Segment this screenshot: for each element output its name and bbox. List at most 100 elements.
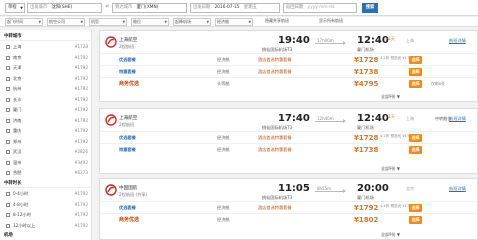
transfer-city-option[interactable]: 天津 ¥1792 [0,63,92,73]
swap-cities-icon[interactable]: ⇄ [103,3,111,13]
transfer-duration-option[interactable]: 8-12小时 ¥1792 [0,210,92,220]
filter-cabin[interactable]: 舱位 ▼ [131,18,169,26]
transfer-city-option[interactable]: 济南 ¥1792 [0,116,92,126]
filter-class[interactable]: 经济舱 ▼ [215,18,253,26]
transfer-city-option[interactable]: 长沙 ¥1792 [0,95,92,105]
return-date-field[interactable]: 返回日期 yyyy-mm-dd [283,3,357,13]
transfer-city-option[interactable]: 郑州 ¥1792 [0,137,92,147]
transfer-duration-option[interactable]: 0-4小时 ¥1792 [0,189,92,199]
filter-label: 航空公司 [49,19,65,24]
next-day-badge: +1天 [385,36,395,41]
transfer-city-option[interactable]: 南京 ¥1792 [0,53,92,63]
filter-label: 起飞时间 [7,19,23,24]
flight-detail-link[interactable]: 航班详情 [449,116,466,122]
from-city-field[interactable]: 出发城市 沈阳(SHE) [27,3,102,13]
checkbox[interactable] [6,213,10,217]
checkbox[interactable] [6,171,10,175]
checkbox[interactable] [6,87,10,91]
book-button[interactable]: 选择 [409,204,422,212]
city-min-price: ¥1792 [74,107,88,112]
city-name: 南京 [13,54,22,60]
fare-package-name[interactable]: 特惠套餐 [119,144,136,156]
flight-detail-link[interactable]: 航班详情 [449,186,466,192]
more-fares-link[interactable]: 全部9份 ▼ [381,94,400,100]
transfer-duration-option[interactable]: 4-8小时 ¥1792 [0,200,92,210]
transfer-city-option[interactable]: 北京 ¥1792 [0,74,92,84]
from-city-value: 沈阳(SHE) [51,5,73,10]
transfer-city-option[interactable]: 上海 ¥1728 [0,42,92,52]
arrow-icon [315,41,346,45]
weekday-label: 星期五 [243,5,257,10]
filter-airport[interactable]: 起降机场 ▼ [173,18,211,26]
duration-min-price: ¥1792 [74,191,88,196]
duration-min-price: ¥1792 [74,201,88,207]
transfer-city-option[interactable]: 重庆 ¥1792 [0,126,92,136]
more-fares-link[interactable]: 全部9份 ▼ [381,232,400,238]
book-button[interactable]: 选择 [409,146,422,154]
city-min-price: ¥3492 [74,159,88,165]
filter-aircraft[interactable]: 机型 ▼ [89,18,127,26]
to-city-label: 到达城市 [115,5,133,10]
fare-package-name[interactable]: 商务优选 [119,214,139,226]
transfer-city-option[interactable]: 合肥 ¥6273 [0,168,92,178]
checkbox[interactable] [6,223,10,228]
airport-title: 机场 [4,233,13,238]
hide-shared-toggle[interactable]: 隐藏共享航班 [264,18,314,26]
checkbox[interactable] [6,202,10,207]
chevron-down-icon: ▼ [122,20,125,24]
to-city-value: 厦门(XMN) [136,5,159,10]
filter-label: 经济舱 [217,19,229,24]
checkbox[interactable] [6,118,10,123]
transfer-city-option[interactable]: 杭州 ¥1792 [0,84,92,94]
show-all-toggle[interactable]: 显示所有航班 [318,18,368,26]
trip-type-select[interactable]: 单程 ▼ [5,3,25,13]
departure-date-value: 2016-07-15 [214,5,240,10]
flight-card: 上海航空 2程航班 17:40 桃仙国际机场T3 12h40m 12:40 +1天 厦门机场上… [99,108,478,174]
city-name: 上海 [13,44,22,49]
transfer-city-option[interactable]: 武汉 ¥2826 [0,147,92,157]
checkbox[interactable] [6,66,10,70]
transfer-city-option[interactable]: 厦门 ¥1792 [0,105,92,115]
more-fares-link[interactable]: 全部9份 ▼ [381,166,400,172]
checkbox[interactable] [6,139,10,144]
filter-departure-time[interactable]: 起飞时间 ▼ [5,18,43,26]
duration-name: 12小时以上 [13,222,36,228]
checkbox[interactable] [6,150,10,154]
fare-row: 优选套餐 经济舱 酒店首选特惠套餐 ¥1728 4.2折 预选优 ¥1728 选择 [100,131,477,143]
chevron-down-icon: ▼ [20,6,23,10]
filter-bar: 起飞时间 ▼ 航空公司 ▼ 机型 ▼ 舱位 ▼ 起降机场 ▼ 经济舱 ▼ 隐藏共享航班 显示… [0,17,478,27]
checkbox[interactable] [6,55,10,60]
checkbox[interactable] [6,108,10,112]
city-min-price: ¥1792 [74,117,88,123]
city-min-price: ¥1792 [74,54,88,60]
transfer-city-option[interactable]: 温州 ¥3492 [0,158,92,168]
book-button[interactable]: 选择 [409,80,422,88]
city-min-price: ¥1792 [74,96,88,102]
book-button[interactable]: 选择 [409,68,422,76]
book-button[interactable]: 选择 [409,216,422,224]
book-button[interactable]: 选择 [409,134,422,142]
checkbox[interactable] [6,45,10,49]
next-day-badge: +1天 [385,114,395,119]
fare-service[interactable]: 酒店首选特惠套餐 [258,144,292,156]
transfer-duration-title: 中转时长 [0,179,92,188]
to-city-field[interactable]: 到达城市 厦门(XMN) [112,3,187,13]
checkbox[interactable] [6,192,10,196]
aircraft-info: 2程航班 (共享) [119,192,148,197]
search-button[interactable]: 搜索 [362,3,378,13]
flight-detail-link[interactable]: 航班详情 [449,38,466,44]
departure-date-field[interactable]: 出发日期 2016-07-15 星期五 [190,3,280,13]
transfer-duration-option[interactable]: 12小时以上 ¥1792 [0,221,92,231]
filter-airline[interactable]: 航空公司 ▼ [47,18,85,26]
checkbox[interactable] [6,129,10,133]
transfer-city: 北京 [406,186,414,191]
city-min-price: ¥1792 [74,75,88,81]
checkbox[interactable] [6,97,10,102]
city-name: 济南 [13,117,22,123]
book-button[interactable]: 选择 [409,56,422,64]
checkbox[interactable] [6,160,10,165]
from-city-label: 出发城市 [30,5,48,10]
fare-package-name[interactable]: 商务优选 [119,78,139,90]
flight-card: 上海航空 2程航班 19:40 桃仙国际机场T3 17h00m 12:40 +1天 厦门机场上… [99,30,478,102]
checkbox[interactable] [6,76,10,81]
